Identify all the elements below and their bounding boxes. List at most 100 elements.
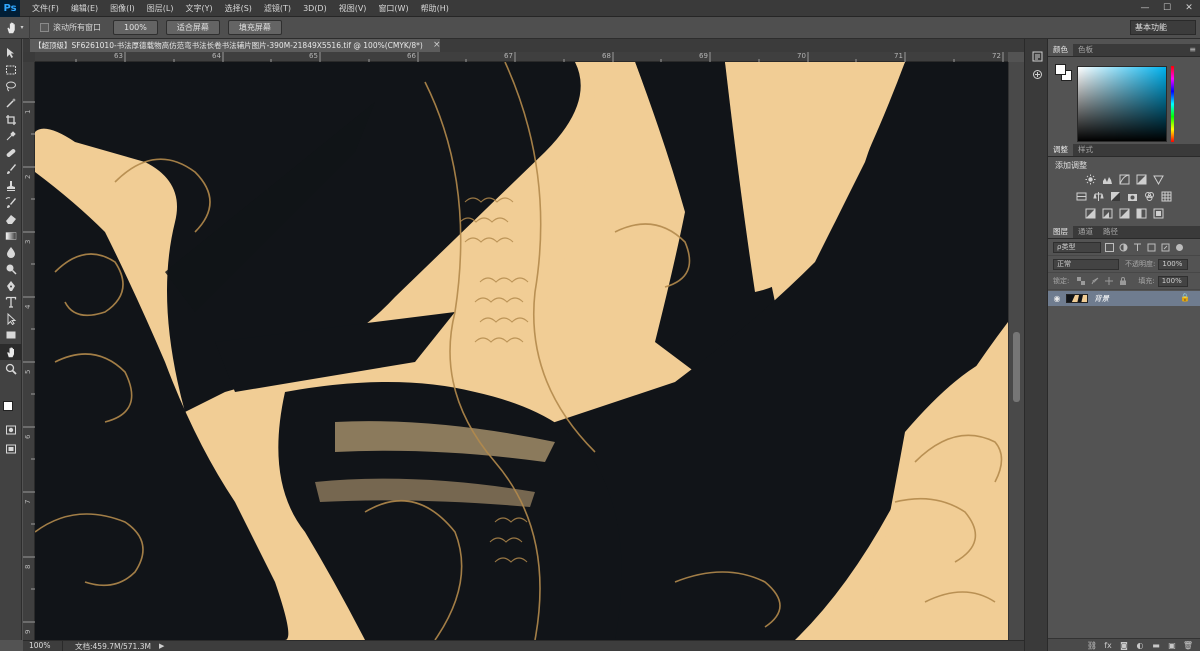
gradient-map-button[interactable]	[1134, 207, 1148, 220]
screen-mode-button[interactable]	[0, 441, 22, 458]
tab-swatches[interactable]: 色板	[1073, 44, 1098, 56]
maximize-button[interactable]: ☐	[1156, 0, 1178, 17]
brush-tool[interactable]	[0, 161, 22, 178]
minimize-button[interactable]: —	[1134, 0, 1156, 17]
add-mask-button[interactable]: ◙	[1116, 640, 1132, 651]
photo-filter-button[interactable]	[1126, 190, 1140, 203]
eye-icon[interactable]: ◉	[1048, 294, 1066, 303]
move-tool[interactable]	[0, 45, 22, 62]
color-swatches[interactable]	[3, 401, 19, 419]
pen-tool[interactable]	[0, 277, 22, 294]
marquee-tool[interactable]	[0, 62, 22, 79]
posterize-button[interactable]	[1100, 207, 1114, 220]
fill-field[interactable]: 100%	[1157, 275, 1188, 287]
rectangle-tool[interactable]	[0, 327, 22, 344]
hue-saturation-button[interactable]	[1075, 190, 1089, 203]
new-adjustment-layer-button[interactable]: ◐	[1132, 640, 1148, 651]
tab-styles[interactable]: 样式	[1073, 144, 1098, 156]
color-lookup-button[interactable]	[1160, 190, 1174, 203]
color-spectrum-field[interactable]	[1077, 66, 1167, 142]
invert-button[interactable]	[1083, 207, 1097, 220]
crop-tool[interactable]	[0, 111, 22, 128]
eraser-tool[interactable]	[0, 211, 22, 228]
document-canvas[interactable]	[35, 62, 1008, 640]
layer-filter-kind-select[interactable]: ρ类型	[1053, 241, 1101, 253]
path-selection-tool[interactable]	[0, 311, 22, 328]
clone-stamp-tool[interactable]	[0, 178, 22, 195]
menu-help[interactable]: 帮助(H)	[415, 0, 455, 17]
vibrance-button[interactable]	[1151, 173, 1165, 186]
black-white-button[interactable]	[1109, 190, 1123, 203]
menu-select[interactable]: 选择(S)	[219, 0, 258, 17]
link-layers-button[interactable]: ⛓	[1084, 640, 1100, 651]
tool-preset-picker[interactable]: ▾	[0, 16, 30, 39]
menu-filter[interactable]: 滤镜(T)	[258, 0, 297, 17]
panel-strip-grip[interactable]	[1025, 39, 1047, 47]
opacity-field[interactable]: 100%	[1158, 258, 1189, 270]
blur-tool[interactable]	[0, 244, 22, 261]
document-tab[interactable]: 【超顶级】SF6261010-书法厚德载物高仿范弯书法长卷书法辅片图片-390M…	[30, 39, 440, 52]
exposure-button[interactable]	[1134, 173, 1148, 186]
document-size-info[interactable]: 文档:459.7M/571.3M	[63, 641, 151, 651]
filter-pixel-button[interactable]	[1104, 242, 1115, 253]
hand-tool[interactable]	[0, 343, 22, 361]
checkbox-box[interactable]	[40, 23, 49, 32]
channel-mixer-button[interactable]	[1143, 190, 1157, 203]
lock-all-button[interactable]	[1117, 276, 1128, 287]
healing-brush-tool[interactable]	[0, 145, 22, 162]
horizontal-ruler[interactable]: 63 64 65 66 67 68 69 70 71 72	[35, 52, 1008, 62]
dodge-tool[interactable]	[0, 261, 22, 278]
eyedropper-tool[interactable]	[0, 128, 22, 145]
foreground-color-swatch[interactable]	[1055, 64, 1066, 75]
layer-name[interactable]: 背景	[1094, 293, 1109, 304]
menu-window[interactable]: 窗口(W)	[372, 0, 414, 17]
menu-type[interactable]: 文字(Y)	[179, 0, 218, 17]
close-document-button[interactable]: ×	[433, 39, 443, 52]
type-tool[interactable]	[0, 294, 22, 311]
panel-menu-icon[interactable]: ≡	[1189, 45, 1196, 54]
threshold-button[interactable]	[1117, 207, 1131, 220]
tab-channels[interactable]: 通道	[1073, 226, 1098, 238]
foreground-color-swatch[interactable]	[3, 401, 13, 411]
menu-edit[interactable]: 编辑(E)	[65, 0, 104, 17]
quick-selection-tool[interactable]	[0, 95, 22, 112]
blend-mode-select[interactable]: 正常	[1053, 258, 1119, 270]
filter-toggle-switch[interactable]	[1174, 242, 1185, 253]
tab-color[interactable]: 颜色	[1048, 44, 1073, 56]
actual-pixels-button[interactable]: 100%	[113, 20, 158, 35]
tab-paths[interactable]: 路径	[1098, 226, 1123, 238]
quick-mask-button[interactable]	[0, 422, 22, 439]
filter-adjustment-button[interactable]	[1118, 242, 1129, 253]
curves-button[interactable]	[1117, 173, 1131, 186]
lock-image-button[interactable]	[1089, 276, 1100, 287]
color-balance-button[interactable]	[1092, 190, 1106, 203]
delete-layer-button[interactable]: 🗑	[1180, 640, 1196, 651]
lock-transparent-button[interactable]	[1075, 276, 1086, 287]
filter-smart-object-button[interactable]	[1160, 242, 1171, 253]
new-layer-button[interactable]: ▣	[1164, 640, 1180, 651]
brightness-contrast-button[interactable]	[1083, 173, 1097, 186]
menu-3d[interactable]: 3D(D)	[297, 0, 333, 17]
zoom-tool[interactable]	[0, 360, 22, 377]
scroll-all-windows-checkbox[interactable]: 滚动所有窗口	[40, 22, 101, 33]
new-group-button[interactable]: ▬	[1148, 640, 1164, 651]
lock-position-button[interactable]	[1103, 276, 1114, 287]
status-menu-arrow[interactable]: ▶	[159, 642, 164, 650]
close-window-button[interactable]: ✕	[1178, 0, 1200, 17]
lasso-tool[interactable]	[0, 78, 22, 95]
fit-screen-button[interactable]: 适合屏幕	[165, 20, 220, 35]
fill-screen-button[interactable]: 填充屏幕	[227, 20, 282, 35]
scrollbar-thumb[interactable]	[1013, 332, 1020, 402]
workspace-select[interactable]: 基本功能	[1130, 20, 1196, 35]
history-panel-button[interactable]	[1025, 47, 1049, 65]
menu-view[interactable]: 视图(V)	[333, 0, 373, 17]
gradient-tool[interactable]	[0, 228, 22, 245]
filter-type-button[interactable]	[1132, 242, 1143, 253]
tab-adjustments[interactable]: 调整	[1048, 144, 1073, 156]
menu-image[interactable]: 图像(I)	[104, 0, 141, 17]
properties-panel-button[interactable]	[1025, 65, 1049, 83]
tab-layers[interactable]: 图层	[1048, 226, 1073, 238]
menu-layer[interactable]: 图层(L)	[141, 0, 180, 17]
filter-shape-button[interactable]	[1146, 242, 1157, 253]
levels-button[interactable]	[1100, 173, 1114, 186]
